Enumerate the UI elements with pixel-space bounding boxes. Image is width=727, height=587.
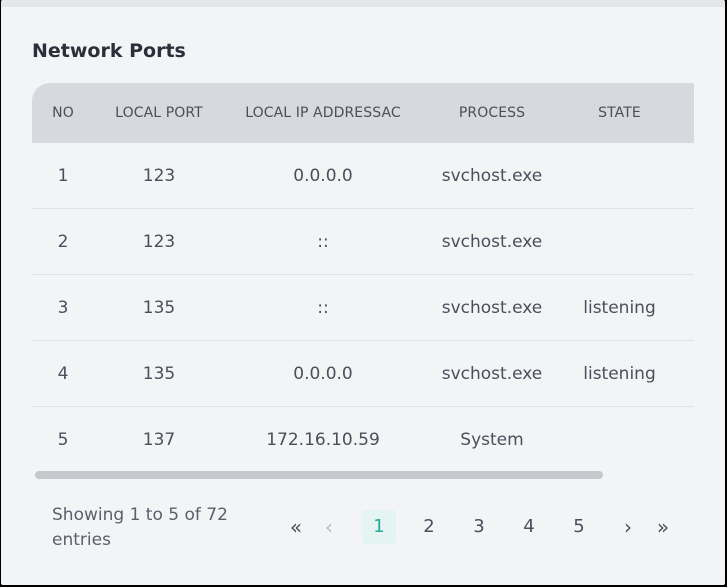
cell-no: 3 xyxy=(57,297,69,318)
table-row: 5 137 172.16.10.59 System xyxy=(32,407,694,470)
cell-process: System xyxy=(460,429,524,450)
cell-local-port: 135 xyxy=(142,363,176,384)
cell-local-ip: 0.0.0.0 xyxy=(293,363,353,384)
section-title: Network Ports xyxy=(32,40,186,62)
page-button-1[interactable]: 1 xyxy=(362,510,396,544)
cell-local-ip: :: xyxy=(317,297,329,318)
cell-local-ip: :: xyxy=(317,231,329,252)
cell-no: 1 xyxy=(57,165,69,186)
network-ports-panel: Network Ports NO LOCAL PORT LOCAL IP ADD… xyxy=(1,0,725,585)
previous-page-icon[interactable]: ‹ xyxy=(319,510,339,544)
cell-no: 2 xyxy=(57,231,69,252)
page-button-4[interactable]: 4 xyxy=(512,510,546,544)
first-page-icon[interactable]: « xyxy=(284,510,308,544)
cell-local-port: 123 xyxy=(142,231,176,252)
column-header-process[interactable]: PROCESS xyxy=(422,105,562,121)
column-header-no[interactable]: NO xyxy=(32,105,94,121)
horizontal-scrollbar[interactable] xyxy=(35,471,603,479)
ports-table: NO LOCAL PORT LOCAL IP ADDRESSAC PROCESS… xyxy=(32,83,694,470)
cell-process: svchost.exe xyxy=(441,165,543,186)
table-row: 1 123 0.0.0.0 svchost.exe xyxy=(32,143,694,209)
page-button-2[interactable]: 2 xyxy=(412,510,446,544)
cell-no: 5 xyxy=(57,429,69,450)
column-header-local-ip[interactable]: LOCAL IP ADDRESSAC xyxy=(224,105,422,121)
cell-local-port: 135 xyxy=(142,297,176,318)
table-row: 4 135 0.0.0.0 svchost.exe listening xyxy=(32,341,694,407)
cell-local-ip: 172.16.10.59 xyxy=(266,429,380,450)
cell-state: listening xyxy=(583,363,656,384)
cell-process: svchost.exe xyxy=(441,231,543,252)
next-page-icon[interactable]: › xyxy=(618,510,638,544)
cell-local-ip: 0.0.0.0 xyxy=(293,165,353,186)
cell-local-port: 137 xyxy=(142,429,176,450)
column-header-state[interactable]: STATE xyxy=(562,105,677,121)
table-header: NO LOCAL PORT LOCAL IP ADDRESSAC PROCESS… xyxy=(32,83,694,143)
cell-no: 4 xyxy=(57,363,69,384)
column-header-local-port[interactable]: LOCAL PORT xyxy=(94,105,224,121)
page-button-3[interactable]: 3 xyxy=(462,510,496,544)
cell-state: listening xyxy=(583,297,656,318)
last-page-icon[interactable]: » xyxy=(651,510,675,544)
page-button-5[interactable]: 5 xyxy=(562,510,596,544)
table-row: 3 135 :: svchost.exe listening xyxy=(32,275,694,341)
cell-process: svchost.exe xyxy=(441,363,543,384)
cell-process: svchost.exe xyxy=(441,297,543,318)
cell-local-port: 123 xyxy=(142,165,176,186)
top-divider xyxy=(1,0,725,7)
table-row: 2 123 :: svchost.exe xyxy=(32,209,694,275)
pagination-summary: Showing 1 to 5 of 72 entries xyxy=(52,505,228,550)
